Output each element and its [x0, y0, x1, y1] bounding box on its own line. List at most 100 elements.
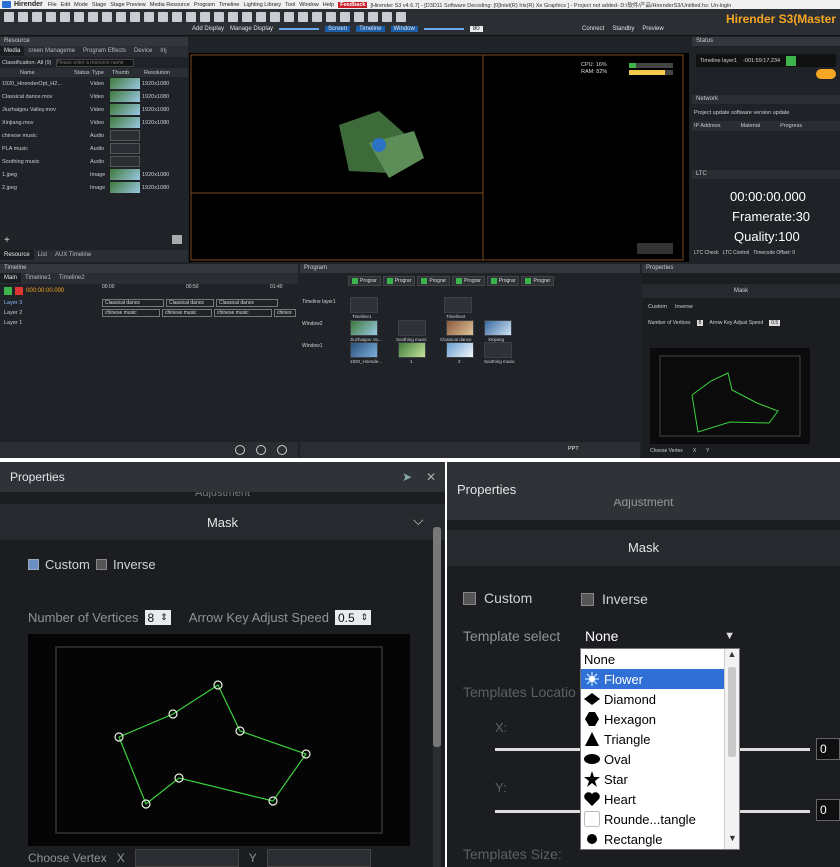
menu-file[interactable]: File — [48, 2, 57, 8]
mask-editor-small[interactable] — [650, 348, 810, 444]
cut-icon[interactable] — [46, 12, 56, 22]
spin-arrows-icon[interactable]: ⇕ — [361, 612, 369, 623]
scrollbar-thumb[interactable] — [433, 527, 441, 747]
align-center-icon[interactable] — [130, 12, 140, 22]
layer-row[interactable]: Layer 2 chinese music chinese music chin… — [0, 308, 298, 318]
scroll-down-icon[interactable]: ▼ — [725, 833, 740, 847]
tab-screen-management[interactable]: creen Manageme — [24, 46, 79, 56]
y-value-input[interactable]: 0 — [816, 799, 840, 821]
mask-editor-canvas[interactable] — [28, 634, 410, 846]
program-cell[interactable] — [350, 297, 378, 313]
play-icon[interactable] — [4, 287, 12, 295]
resource-row[interactable]: 1.jpeg Image 1920x1080 — [0, 168, 188, 181]
mask-section-header[interactable]: Mask — [642, 284, 840, 298]
vertex-x-input[interactable] — [134, 849, 239, 867]
template-option-heart[interactable]: Heart — [581, 789, 739, 809]
tab-timeline1[interactable]: Timeline1 — [21, 273, 55, 283]
tab-timeline2[interactable]: Timeline2 — [55, 273, 89, 283]
audio-icon[interactable] — [256, 12, 266, 22]
clip[interactable]: chinese music — [162, 309, 212, 317]
layer-row[interactable]: Layer 3 Classical dance Classical dance … — [0, 298, 298, 308]
folder-icon[interactable] — [18, 12, 28, 22]
program-cell[interactable] — [446, 320, 474, 336]
screen-view-button[interactable]: Screen — [325, 26, 351, 32]
frame-icon[interactable] — [312, 12, 322, 22]
tab-list[interactable]: List — [34, 250, 51, 260]
template-option-star[interactable]: Star — [581, 769, 739, 789]
number-of-vertices-spinbox[interactable]: 8 ⇕ — [144, 610, 171, 625]
window-view-button[interactable]: Window — [390, 26, 418, 32]
close-icon[interactable]: ✕ — [426, 462, 436, 492]
menu-stage[interactable]: Stage — [92, 2, 106, 8]
align-top-icon[interactable] — [158, 12, 168, 22]
clip[interactable]: chines — [274, 309, 296, 317]
resource-row[interactable]: Classical dance.mov Video 1920x1080 — [0, 90, 188, 103]
redo-icon[interactable] — [102, 12, 112, 22]
chat-icon[interactable] — [354, 12, 364, 22]
program-cell[interactable] — [484, 320, 512, 336]
timeline-view-button[interactable]: Timeline — [356, 26, 385, 32]
paste-icon[interactable] — [74, 12, 84, 22]
tab-media[interactable]: Media — [0, 46, 25, 56]
stage-preview[interactable]: CPU: 16% RAM: 82% — [189, 53, 689, 262]
inverse-checkbox[interactable] — [96, 559, 107, 570]
tab-aux-timeline[interactable]: AUX Timeline — [51, 250, 95, 260]
align-middle-icon[interactable] — [172, 12, 182, 22]
template-option-hexagon[interactable]: Hexagon — [581, 709, 739, 729]
snap-icon[interactable] — [228, 12, 238, 22]
resource-row[interactable]: 2.jpeg Image 1920x1080 — [0, 181, 188, 194]
align-bottom-icon[interactable] — [186, 12, 196, 22]
ppt-button[interactable]: PPT — [568, 446, 579, 452]
ltc-check-checkbox[interactable]: LTC Check — [694, 250, 719, 256]
menu-program[interactable]: Program — [194, 2, 215, 8]
custom-checkbox[interactable] — [28, 559, 39, 570]
undo-icon[interactable] — [88, 12, 98, 22]
layout2-icon[interactable] — [396, 12, 406, 22]
program-cell[interactable] — [398, 320, 426, 336]
clip[interactable]: chinese music — [102, 309, 160, 317]
align-left-icon[interactable] — [116, 12, 126, 22]
mask-section-header[interactable]: Mask ⌵ — [0, 504, 445, 540]
sun-icon[interactable] — [298, 12, 308, 22]
chevron-down-icon[interactable]: ⌵ — [413, 512, 424, 529]
clip[interactable]: Classical dance — [102, 299, 164, 307]
stop-icon[interactable] — [15, 287, 23, 295]
pin-icon[interactable]: ➤ — [402, 462, 412, 492]
classification-select[interactable]: Classification: All (9) — [2, 60, 52, 66]
program-button[interactable]: Prograr — [486, 276, 520, 286]
x-value-input[interactable]: 0 — [816, 738, 840, 760]
layout-icon[interactable] — [4, 12, 14, 22]
volume-slider[interactable] — [423, 28, 464, 30]
screen-icon[interactable] — [340, 12, 350, 22]
program-cell[interactable] — [484, 342, 512, 358]
volume-value[interactable]: 80 — [469, 26, 483, 32]
save-icon[interactable] — [32, 12, 42, 22]
aka-spinbox[interactable]: 0.5 — [769, 320, 781, 326]
template-option-flower[interactable]: Flower — [581, 669, 739, 689]
software-update-link[interactable]: software version update — [731, 110, 789, 116]
clip[interactable]: Classical dance — [216, 299, 278, 307]
program-button[interactable]: Prograr — [452, 276, 485, 286]
scroll-up-icon[interactable]: ▲ — [725, 649, 739, 663]
dropdown-scrollbar[interactable]: ▲ ▼ — [724, 649, 739, 849]
ltc-control-checkbox[interactable]: LTC Control — [723, 250, 750, 256]
zoom-in-icon[interactable] — [256, 445, 266, 455]
arrow-key-adjust-spinbox[interactable]: 0.5 ⇕ — [334, 610, 372, 625]
people-icon[interactable] — [368, 12, 378, 22]
record-icon[interactable] — [284, 12, 294, 22]
tab-resource[interactable]: Resource — [0, 250, 34, 260]
zoom-reset-icon[interactable] — [235, 445, 245, 455]
resource-row[interactable]: Soothing music Audio — [0, 155, 188, 168]
inverse-checkbox[interactable] — [581, 592, 594, 606]
program-button[interactable]: Prograr — [382, 276, 416, 286]
dropdown-scrollbar-thumb[interactable] — [728, 667, 736, 757]
template-option-none[interactable]: None — [581, 649, 739, 669]
menu-window[interactable]: Window — [299, 2, 319, 8]
inverse-option[interactable]: Inverse — [96, 557, 156, 572]
marker-icon[interactable] — [242, 12, 252, 22]
menu-tool[interactable]: Tool — [285, 2, 295, 8]
tab-main[interactable]: Main — [0, 273, 22, 283]
resource-row[interactable]: 1920_HirenderOpt_H2... Video 1920x1080 — [0, 77, 188, 90]
connect-button[interactable]: Connect — [582, 26, 604, 32]
resource-search-input[interactable] — [55, 58, 134, 67]
